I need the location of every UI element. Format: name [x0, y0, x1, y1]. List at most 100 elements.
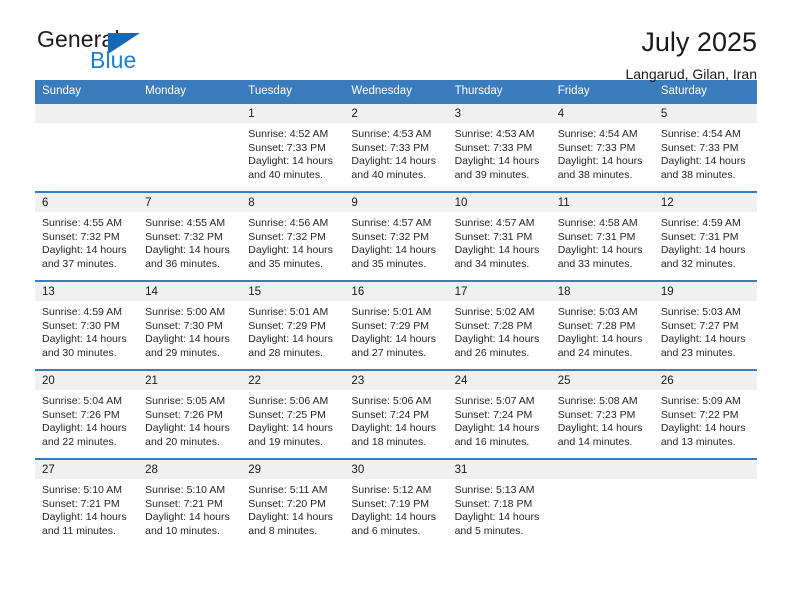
calendar-day-cell[interactable]: 17 Sunrise: 5:02 AM Sunset: 7:28 PM Dayligh… [447, 280, 551, 370]
calendar-cell-empty [653, 458, 757, 548]
sunset-text: Sunset: 7:30 PM [42, 319, 120, 332]
calendar-day-cell[interactable]: 20 Sunrise: 5:04 AM Sunset: 7:26 PM Dayligh… [35, 369, 139, 459]
calendar-day-cell[interactable]: 30 Sunrise: 5:12 AM Sunset: 7:19 PM Dayligh… [344, 458, 448, 548]
sunset-text: Sunset: 7:25 PM [248, 408, 326, 421]
calendar-day-cell[interactable]: 23 Sunrise: 5:06 AM Sunset: 7:24 PM Dayligh… [344, 369, 448, 459]
day-details: Sunrise: 5:06 AM Sunset: 7:24 PM Daylight:… [344, 390, 447, 449]
calendar-day-cell[interactable]: 25 Sunrise: 5:08 AM Sunset: 7:23 PM Dayligh… [550, 369, 654, 459]
daylight-text-line2: and 35 minutes. [351, 257, 427, 270]
sunset-text: Sunset: 7:31 PM [454, 230, 533, 243]
calendar-cell-inner: 23 Sunrise: 5:06 AM Sunset: 7:24 PM Dayligh… [344, 371, 448, 458]
sunrise-text: Sunrise: 5:11 AM [248, 484, 328, 496]
calendar-day-cell[interactable]: 9 Sunrise: 4:57 AM Sunset: 7:32 PM Daylight… [344, 191, 448, 281]
sunset-text: Sunset: 7:32 PM [42, 230, 120, 243]
daylight-text-line1: Daylight: 14 hours [557, 155, 643, 168]
sunrise-text: Sunrise: 5:10 AM [145, 484, 226, 496]
calendar-day-cell[interactable]: 8 Sunrise: 4:56 AM Sunset: 7:32 PM Daylight… [241, 191, 345, 281]
calendar-cell-inner: 4 Sunrise: 4:54 AM Sunset: 7:33 PM Daylight… [550, 104, 654, 191]
calendar-week-row: 6 Sunrise: 4:55 AM Sunset: 7:32 PM Daylight… [35, 191, 757, 281]
daylight-text-line2: and 5 minutes. [454, 524, 524, 537]
calendar-day-cell[interactable]: 21 Sunrise: 5:05 AM Sunset: 7:26 PM Dayligh… [138, 369, 242, 459]
daylight-text-line1: Daylight: 14 hours [351, 333, 437, 346]
daylight-text-line1: Daylight: 14 hours [248, 244, 333, 257]
daylight-text-line2: and 19 minutes. [248, 435, 323, 448]
calendar-cell-inner: 19 Sunrise: 5:03 AM Sunset: 7:27 PM Dayligh… [653, 282, 757, 369]
calendar-day-cell[interactable]: 2 Sunrise: 4:53 AM Sunset: 7:33 PM Daylight… [344, 102, 448, 192]
calendar-day-cell[interactable]: 4 Sunrise: 4:54 AM Sunset: 7:33 PM Daylight… [550, 102, 654, 192]
day-number: 29 [241, 460, 345, 479]
sunrise-text: Sunrise: 5:01 AM [351, 306, 432, 318]
daylight-text-line2: and 20 minutes. [145, 435, 220, 448]
sunset-text: Sunset: 7:24 PM [351, 408, 430, 421]
calendar-day-cell[interactable]: 6 Sunrise: 4:55 AM Sunset: 7:32 PM Daylight… [35, 191, 139, 281]
sunset-text: Sunset: 7:33 PM [454, 141, 533, 154]
calendar-day-cell[interactable]: 7 Sunrise: 4:55 AM Sunset: 7:32 PM Daylight… [138, 191, 242, 281]
calendar-day-cell[interactable]: 31 Sunrise: 5:13 AM Sunset: 7:18 PM Dayligh… [447, 458, 551, 548]
sunrise-text: Sunrise: 5:07 AM [454, 395, 535, 407]
calendar-cell-inner: 31 Sunrise: 5:13 AM Sunset: 7:18 PM Dayligh… [447, 460, 551, 548]
calendar-day-cell[interactable]: 24 Sunrise: 5:07 AM Sunset: 7:24 PM Dayligh… [447, 369, 551, 459]
daylight-text-line1: Daylight: 14 hours [145, 333, 230, 346]
sunset-text: Sunset: 7:33 PM [351, 141, 430, 154]
page-subtitle: Langarud, Gilan, Iran [625, 66, 757, 83]
daylight-text-line2: and 39 minutes. [454, 168, 530, 181]
day-number: 14 [138, 282, 242, 301]
daylight-text-line1: Daylight: 14 hours [248, 333, 333, 346]
calendar-day-cell[interactable]: 12 Sunrise: 4:59 AM Sunset: 7:31 PM Dayligh… [653, 191, 757, 281]
daylight-text-line1: Daylight: 14 hours [454, 422, 540, 435]
calendar-day-cell[interactable]: 22 Sunrise: 5:06 AM Sunset: 7:25 PM Dayligh… [241, 369, 345, 459]
sunset-text: Sunset: 7:33 PM [660, 141, 739, 154]
sunset-text: Sunset: 7:27 PM [660, 319, 739, 332]
day-details: Sunrise: 4:54 AM Sunset: 7:33 PM Daylight:… [654, 123, 757, 182]
sunrise-text: Sunrise: 5:09 AM [660, 395, 741, 407]
calendar-cell-inner: 18 Sunrise: 5:03 AM Sunset: 7:28 PM Dayligh… [550, 282, 654, 369]
sunrise-text: Sunrise: 4:52 AM [248, 128, 329, 140]
day-details: Sunrise: 4:57 AM Sunset: 7:32 PM Daylight:… [344, 212, 447, 271]
calendar-cell-inner: 28 Sunrise: 5:10 AM Sunset: 7:21 PM Dayligh… [138, 460, 242, 548]
daylight-text-line2: and 35 minutes. [248, 257, 323, 270]
calendar-day-cell[interactable]: 3 Sunrise: 4:53 AM Sunset: 7:33 PM Daylight… [447, 102, 551, 192]
sunrise-text: Sunrise: 5:04 AM [42, 395, 122, 407]
daylight-text-line2: and 22 minutes. [42, 435, 117, 448]
calendar-day-cell[interactable]: 26 Sunrise: 5:09 AM Sunset: 7:22 PM Dayligh… [653, 369, 757, 459]
day-details: Sunrise: 4:54 AM Sunset: 7:33 PM Daylight:… [551, 123, 654, 182]
calendar-day-cell[interactable]: 1 Sunrise: 4:52 AM Sunset: 7:33 PM Daylight… [241, 102, 345, 192]
daylight-text-line1: Daylight: 14 hours [145, 422, 230, 435]
daylight-text-line1: Daylight: 14 hours [660, 333, 746, 346]
daylight-text-line1: Daylight: 14 hours [351, 155, 437, 168]
calendar-day-cell[interactable]: 15 Sunrise: 5:01 AM Sunset: 7:29 PM Dayligh… [241, 280, 345, 370]
calendar-cell-inner: 6 Sunrise: 4:55 AM Sunset: 7:32 PM Daylight… [35, 193, 139, 280]
calendar-cell-inner: 8 Sunrise: 4:56 AM Sunset: 7:32 PM Daylight… [241, 193, 345, 280]
daylight-text-line2: and 18 minutes. [351, 435, 427, 448]
day-details: Sunrise: 4:52 AM Sunset: 7:33 PM Daylight:… [241, 123, 344, 182]
daylight-text-line2: and 13 minutes. [660, 435, 736, 448]
calendar-cell-inner: 11 Sunrise: 4:58 AM Sunset: 7:31 PM Dayligh… [550, 193, 654, 280]
general-blue-logo[interactable]: General Blue [35, 28, 175, 78]
calendar-day-cell[interactable]: 13 Sunrise: 4:59 AM Sunset: 7:30 PM Dayligh… [35, 280, 139, 370]
calendar-cell-inner: 3 Sunrise: 4:53 AM Sunset: 7:33 PM Daylight… [447, 104, 551, 191]
calendar-day-cell[interactable]: 19 Sunrise: 5:03 AM Sunset: 7:27 PM Dayligh… [653, 280, 757, 370]
daylight-text-line1: Daylight: 14 hours [145, 511, 230, 524]
calendar-day-cell[interactable]: 10 Sunrise: 4:57 AM Sunset: 7:31 PM Dayligh… [447, 191, 551, 281]
sunrise-text: Sunrise: 5:03 AM [557, 306, 638, 318]
day-details: Sunrise: 5:05 AM Sunset: 7:26 PM Daylight:… [138, 390, 241, 449]
calendar-cell-inner: 9 Sunrise: 4:57 AM Sunset: 7:32 PM Daylight… [344, 193, 448, 280]
calendar-day-cell[interactable]: 14 Sunrise: 5:00 AM Sunset: 7:30 PM Dayligh… [138, 280, 242, 370]
calendar-day-cell[interactable]: 5 Sunrise: 4:54 AM Sunset: 7:33 PM Daylight… [653, 102, 757, 192]
calendar-cell-inner: 2 Sunrise: 4:53 AM Sunset: 7:33 PM Daylight… [344, 104, 448, 191]
day-details: Sunrise: 5:12 AM Sunset: 7:19 PM Daylight:… [344, 479, 447, 538]
sunset-text: Sunset: 7:29 PM [248, 319, 326, 332]
calendar-cell-inner: 7 Sunrise: 4:55 AM Sunset: 7:32 PM Daylight… [138, 193, 242, 280]
calendar-cell-inner: 20 Sunrise: 5:04 AM Sunset: 7:26 PM Dayligh… [35, 371, 139, 458]
calendar-day-cell[interactable]: 16 Sunrise: 5:01 AM Sunset: 7:29 PM Dayligh… [344, 280, 448, 370]
sunset-text: Sunset: 7:26 PM [145, 408, 223, 421]
day-number: 25 [550, 371, 654, 390]
calendar-day-cell[interactable]: 11 Sunrise: 4:58 AM Sunset: 7:31 PM Dayligh… [550, 191, 654, 281]
day-number: 20 [35, 371, 139, 390]
calendar-day-cell[interactable]: 27 Sunrise: 5:10 AM Sunset: 7:21 PM Dayligh… [35, 458, 139, 548]
calendar-day-cell[interactable]: 29 Sunrise: 5:11 AM Sunset: 7:20 PM Dayligh… [241, 458, 345, 548]
calendar-day-cell[interactable]: 28 Sunrise: 5:10 AM Sunset: 7:21 PM Dayligh… [138, 458, 242, 548]
sunrise-text: Sunrise: 4:53 AM [454, 128, 535, 140]
calendar-cell-inner: 24 Sunrise: 5:07 AM Sunset: 7:24 PM Dayligh… [447, 371, 551, 458]
calendar-day-cell[interactable]: 18 Sunrise: 5:03 AM Sunset: 7:28 PM Dayligh… [550, 280, 654, 370]
